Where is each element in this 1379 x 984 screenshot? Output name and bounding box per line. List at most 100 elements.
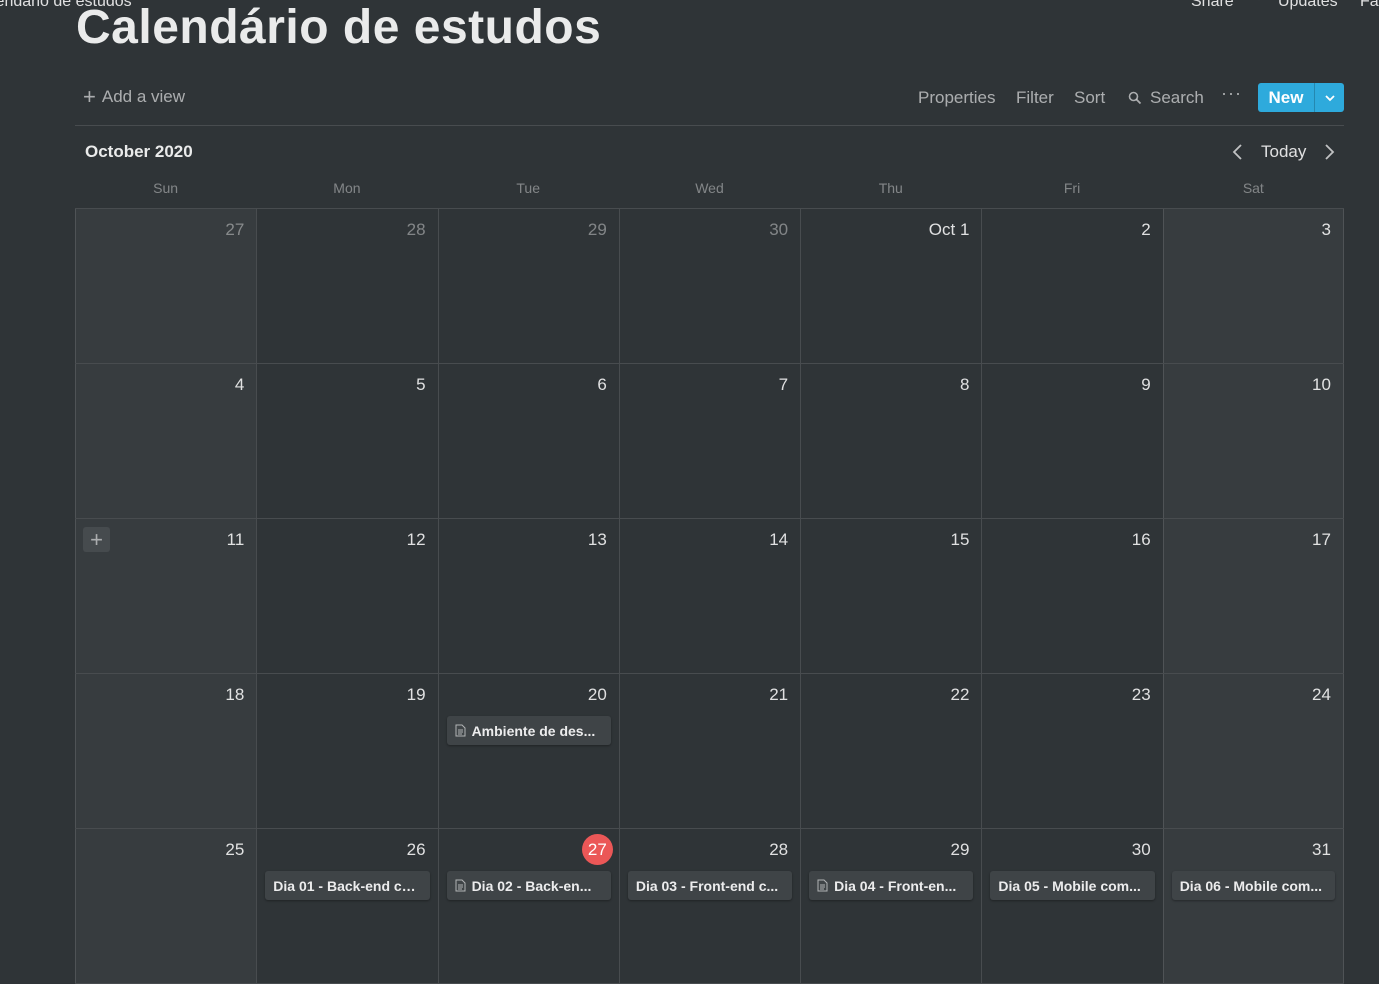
event-card[interactable]: Dia 04 - Front-en... bbox=[809, 871, 974, 900]
page-title[interactable]: Calendário de estudos bbox=[76, 2, 601, 52]
day-number: 26 bbox=[406, 840, 426, 859]
plus-icon: + bbox=[83, 84, 96, 109]
divider bbox=[75, 125, 1344, 126]
new-button[interactable]: New bbox=[1258, 83, 1344, 112]
event-title: Ambiente de des... bbox=[471, 722, 596, 739]
calendar-day[interactable]: 12 bbox=[256, 519, 437, 673]
calendar-day[interactable]: 15 bbox=[800, 519, 981, 673]
calendar-day[interactable]: 24 bbox=[1162, 674, 1344, 828]
today-button[interactable]: Today bbox=[1261, 142, 1306, 162]
today-day-number: 27 bbox=[581, 834, 613, 865]
event-card[interactable]: Dia 02 - Back-en... bbox=[446, 871, 611, 900]
event-title: Dia 01 - Back-end co... bbox=[273, 877, 422, 894]
day-number: 2 bbox=[1141, 220, 1151, 239]
weekday-header: Sun Mon Tue Wed Thu Fri Sat bbox=[75, 180, 1344, 200]
calendar-day[interactable]: 27 bbox=[75, 209, 257, 363]
day-number: 15 bbox=[950, 530, 970, 549]
search-button[interactable]: Search bbox=[1128, 88, 1204, 108]
calendar-day[interactable]: 18 bbox=[75, 674, 257, 828]
day-number: 6 bbox=[597, 375, 607, 394]
event-title: Dia 02 - Back-en... bbox=[471, 877, 592, 894]
share-button[interactable]: Share bbox=[1191, 0, 1234, 11]
calendar-day[interactable]: 20 Ambiente de des... bbox=[437, 674, 619, 828]
add-view-label: Add a view bbox=[101, 87, 186, 106]
chevron-left-icon[interactable] bbox=[1230, 142, 1246, 167]
calendar-day[interactable]: 3 bbox=[1162, 209, 1344, 363]
day-number: 17 bbox=[1312, 530, 1331, 549]
day-number: 30 bbox=[1131, 840, 1151, 859]
day-number: 19 bbox=[406, 685, 426, 704]
chevron-down-icon[interactable] bbox=[1253, 0, 1265, 6]
calendar-week: 25 26 Dia 01 - Back-end co... 27 Dia 02 - Ba… bbox=[75, 829, 1344, 984]
add-view-button[interactable]: + Add a view bbox=[83, 84, 186, 109]
calendar-day[interactable]: 21 bbox=[618, 674, 800, 828]
database-toolbar: + Add a view Properties Filter Sort Sear… bbox=[75, 83, 1344, 113]
calendar-day[interactable]: 11 + bbox=[75, 519, 257, 673]
event-title: Dia 04 - Front-en... bbox=[834, 877, 957, 894]
filter-button[interactable]: Filter bbox=[1016, 88, 1054, 108]
calendar-day[interactable]: 17 bbox=[1162, 519, 1344, 673]
calendar-day[interactable]: 27 Dia 02 - Back-en... bbox=[437, 829, 619, 983]
day-number: 11 bbox=[226, 530, 245, 549]
calendar-day[interactable]: 31 Dia 06 - Mobile com... bbox=[1162, 829, 1344, 983]
search-icon bbox=[1128, 91, 1142, 105]
calendar-day[interactable]: 28 Dia 03 - Front-end c... bbox=[618, 829, 800, 983]
event-card[interactable]: Dia 03 - Front-end c... bbox=[627, 871, 793, 900]
event-card[interactable]: Ambiente de des... bbox=[446, 716, 611, 745]
day-number: 4 bbox=[234, 375, 245, 394]
calendar-week: 4 5 6 7 8 9 10 bbox=[75, 364, 1344, 519]
calendar-day[interactable]: 14 bbox=[618, 519, 800, 673]
more-options-icon[interactable]: ··· bbox=[1221, 83, 1242, 104]
calendar-day[interactable]: 13 bbox=[437, 519, 619, 673]
weekday-label: Mon bbox=[333, 180, 361, 196]
calendar-day[interactable]: 26 Dia 01 - Back-end co... bbox=[256, 829, 437, 983]
calendar-day[interactable]: 16 bbox=[981, 519, 1162, 673]
calendar-day[interactable]: 8 bbox=[800, 364, 981, 518]
page-icon bbox=[455, 724, 466, 737]
day-number: 18 bbox=[225, 685, 245, 704]
day-number: 23 bbox=[1131, 685, 1151, 704]
new-button-label[interactable]: New bbox=[1258, 83, 1315, 112]
calendar-day[interactable]: 29 Dia 04 - Front-en... bbox=[800, 829, 981, 983]
favorite-button[interactable]: Fa bbox=[1360, 0, 1379, 11]
calendar-day[interactable]: 5 bbox=[256, 364, 437, 518]
day-number: 25 bbox=[225, 840, 245, 859]
updates-button[interactable]: Updates bbox=[1278, 0, 1338, 11]
calendar-day[interactable]: 28 bbox=[256, 209, 437, 363]
calendar-grid: 27 28 29 30 Oct 1 2 3 4 5 6 7 8 9 10 11 +12 13 14 15 16 17 18… bbox=[75, 208, 1344, 984]
day-number: 30 bbox=[769, 220, 789, 239]
calendar-day[interactable]: Oct 1 bbox=[800, 209, 981, 363]
day-number: 3 bbox=[1321, 220, 1331, 239]
weekday-label: Fri bbox=[1063, 180, 1081, 196]
event-card[interactable]: Dia 06 - Mobile com... bbox=[1171, 871, 1335, 900]
page-icon bbox=[817, 879, 828, 892]
calendar-day[interactable]: 2 bbox=[981, 209, 1162, 363]
day-number: 14 bbox=[769, 530, 789, 549]
day-number: 16 bbox=[1131, 530, 1151, 549]
chevron-down-icon[interactable] bbox=[1315, 83, 1344, 112]
day-number: Oct 1 bbox=[928, 220, 970, 239]
calendar-day[interactable]: 25 bbox=[75, 829, 257, 983]
calendar-day[interactable]: 22 bbox=[800, 674, 981, 828]
event-card[interactable]: Dia 01 - Back-end co... bbox=[265, 871, 430, 900]
calendar-day[interactable]: 30 bbox=[618, 209, 800, 363]
calendar-day[interactable]: 4 bbox=[75, 364, 257, 518]
calendar-day[interactable]: 9 bbox=[981, 364, 1162, 518]
calendar-day[interactable]: 7 bbox=[618, 364, 800, 518]
add-event-button[interactable]: + bbox=[83, 527, 110, 552]
calendar-day[interactable]: 19 bbox=[256, 674, 437, 828]
properties-button[interactable]: Properties bbox=[918, 88, 995, 108]
sort-button[interactable]: Sort bbox=[1074, 88, 1105, 108]
calendar-day[interactable]: 23 bbox=[981, 674, 1162, 828]
day-number: 13 bbox=[587, 530, 607, 549]
calendar-day[interactable]: 29 bbox=[437, 209, 619, 363]
calendar-week: 18 19 20 Ambiente de des... 21 22 23 24 bbox=[75, 674, 1344, 829]
chevron-right-icon[interactable] bbox=[1321, 142, 1337, 167]
calendar-day[interactable]: 30 Dia 05 - Mobile com... bbox=[981, 829, 1162, 983]
calendar-day[interactable]: 10 bbox=[1162, 364, 1344, 518]
weekday-label: Sun bbox=[153, 180, 179, 196]
weekday-label: Tue bbox=[516, 180, 540, 196]
month-label: October 2020 bbox=[85, 142, 193, 161]
event-card[interactable]: Dia 05 - Mobile com... bbox=[990, 871, 1155, 900]
calendar-day[interactable]: 6 bbox=[437, 364, 619, 518]
